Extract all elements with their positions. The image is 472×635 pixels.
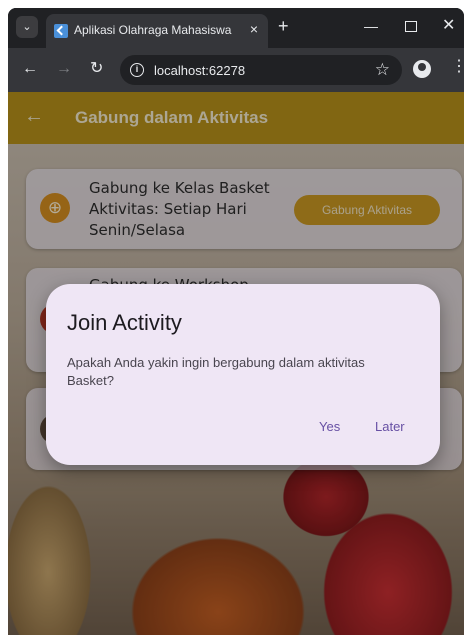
dialog-title: Join Activity (67, 310, 182, 335)
browser-window: ⌄ Aplikasi Olahraga Mahasiswa × + — ✕ ← … (8, 8, 464, 635)
join-activity-dialog: Join Activity Apakah Anda yakin ingin be… (46, 284, 440, 465)
back-icon[interactable]: ← (22, 60, 38, 78)
url-text[interactable]: localhost:62278 (154, 63, 245, 78)
maximize-button[interactable] (405, 21, 417, 32)
window-close-button[interactable]: ✕ (442, 18, 455, 34)
minimize-button[interactable]: — (364, 18, 378, 34)
tab-close-button[interactable]: × (250, 21, 258, 37)
later-button[interactable]: Later (375, 419, 405, 434)
address-bar[interactable]: i localhost:62278 ☆ (120, 55, 402, 85)
dialog-body: Apakah Anda yakin ingin bergabung dalam … (67, 355, 365, 388)
kebab-icon[interactable]: ⋮ (451, 59, 464, 75)
page-content: ← Gabung dalam Aktivitas ⊕ Gabung ke Kel… (8, 92, 464, 635)
flutter-icon (54, 24, 68, 38)
new-tab-button[interactable]: + (278, 17, 289, 35)
tab-title: Aplikasi Olahraga Mahasiswa (74, 23, 232, 37)
info-icon[interactable]: i (130, 63, 144, 77)
tab-strip: ⌄ Aplikasi Olahraga Mahasiswa × + — ✕ (8, 8, 464, 48)
chevron-down-icon[interactable]: ⌄ (16, 16, 38, 38)
yes-button[interactable]: Yes (319, 419, 340, 434)
forward-icon[interactable]: → (56, 60, 72, 78)
star-icon[interactable]: ☆ (375, 60, 390, 80)
profile-icon[interactable] (413, 60, 431, 78)
browser-tab[interactable]: Aplikasi Olahraga Mahasiswa × (46, 14, 268, 48)
reload-icon[interactable]: ↻ (90, 60, 103, 78)
browser-toolbar: ← → ↻ i localhost:62278 ☆ ⋮ (8, 48, 464, 92)
